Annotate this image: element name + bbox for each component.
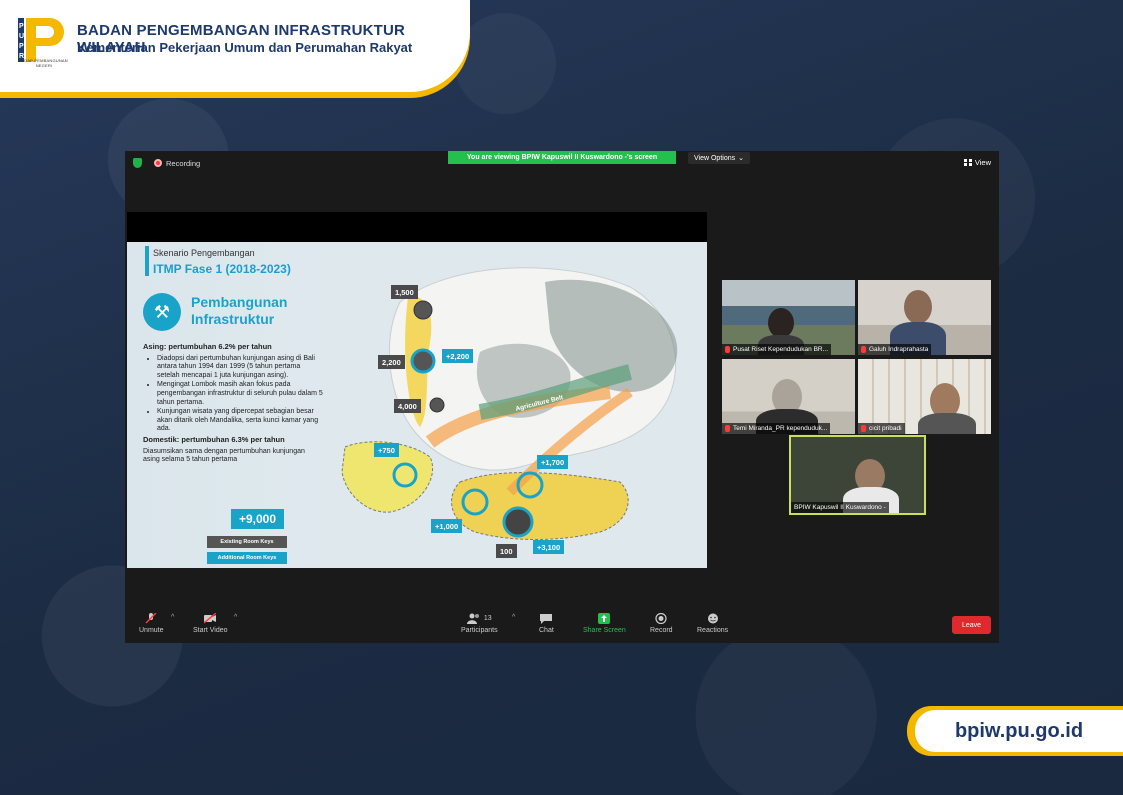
list-item: Kunjungan wisata yang dipercepat sebagia… [157, 408, 323, 434]
slide-body-text: Asing: pertumbuhan 6.2% per tahun Diadop… [143, 342, 323, 467]
logo-caption: BIDAP PEMBANGUNAN NEGERI [20, 58, 68, 68]
participant-name-label: cicit pribadi [858, 423, 905, 434]
participant-name-label: Galuh Indraprahasta [858, 344, 932, 355]
chevron-down-icon: ⌄ [738, 155, 744, 162]
participants-icon [466, 613, 479, 624]
view-label: View [974, 158, 991, 167]
recording-label: Recording [166, 159, 201, 168]
avatar [904, 290, 932, 324]
zoom-meeting-window: Recording You are viewing BPIW Kapuswil … [125, 151, 999, 643]
zoom-bottom-toolbar: Unmute ^ Start Video ^ 13 Participants ^… [125, 606, 999, 643]
foreign-growth-list: Diadopsi dari pertumbuhan kunjungan asin… [143, 355, 323, 434]
total-additional-keys: +9,000 [231, 509, 284, 529]
recording-dot-icon [154, 159, 162, 167]
grid-view-icon [963, 159, 972, 166]
additional-keys-badge: +3,100 [533, 540, 565, 554]
construction-crane-icon: ⚒ [143, 293, 181, 331]
website-url: bpiw.pu.go.id [915, 710, 1123, 752]
smiley-icon [707, 613, 718, 624]
legend-existing-room-keys: Existing Room Keys [207, 536, 287, 548]
mic-muted-icon [725, 425, 730, 432]
existing-keys-badge: 2,200 [378, 355, 405, 369]
list-item: Diadopsi dari pertumbuhan kunjungan asin… [157, 355, 323, 381]
additional-keys-badge: +1,700 [537, 455, 569, 469]
section-title: Pembangunan Infrastruktur [191, 294, 288, 327]
participants-chevron-icon[interactable]: ^ [512, 614, 515, 621]
view-options-button[interactable]: View Options ⌄ [688, 152, 750, 164]
presentation-slide: Skenario Pengembangan ITMP Fase 1 (2018-… [127, 242, 707, 568]
mic-muted-icon [861, 346, 866, 353]
additional-keys-badge: +750 [374, 443, 399, 457]
participant-tile[interactable]: Galuh Indraprahasta [858, 280, 991, 355]
website-badge: bpiw.pu.go.id [907, 706, 1123, 756]
slide-kicker: Skenario Pengembangan [153, 248, 255, 258]
org-subtitle: Kementerian Pekerjaan Umum dan Perumahan… [77, 40, 413, 55]
leave-button[interactable]: Leave [952, 616, 991, 634]
share-screen-button[interactable]: Share Screen [583, 613, 626, 634]
additional-keys-badge: +1,000 [431, 519, 463, 533]
existing-keys-badge: 4,000 [394, 399, 421, 413]
participant-tile[interactable]: Temi Miranda_PR kependuduk... [722, 359, 855, 434]
svg-text:P: P [19, 23, 24, 30]
mic-muted-icon [725, 346, 730, 353]
avatar [768, 308, 794, 338]
security-shield-icon[interactable] [133, 158, 142, 168]
domestic-growth-text: Diasumsikan sama dengan pertumbuhan kunj… [143, 447, 305, 464]
chat-icon [540, 614, 553, 624]
view-options-label: View Options [694, 154, 736, 162]
foreign-growth-heading: Asing: pertumbuhan 6.2% per tahun [143, 342, 272, 351]
lombok-map: Agriculture Belt 1,500 2,200 4,000 100 +… [330, 242, 707, 568]
shared-screen[interactable]: Skenario Pengembangan ITMP Fase 1 (2018-… [127, 212, 707, 568]
participant-tile-active-speaker[interactable]: BPIW Kapuswil II Kuswardono - [789, 435, 926, 515]
participant-tile[interactable]: Pusat Riset Kependudukan BR... [722, 280, 855, 355]
record-button[interactable]: Record [650, 613, 673, 634]
participants-button[interactable]: 13 Participants [461, 613, 498, 634]
slide-title: ITMP Fase 1 (2018-2023) [153, 262, 291, 276]
svg-text:U: U [19, 33, 24, 40]
start-video-button[interactable]: Start Video [193, 613, 228, 634]
additional-keys-badge: +2,200 [442, 349, 474, 363]
legend-additional-room-keys: Additional Room Keys [207, 552, 287, 564]
viewing-screen-banner: You are viewing BPIW Kapuswil II Kusward… [448, 151, 676, 164]
existing-keys-badge: 100 [496, 544, 517, 558]
slide-accent-bar [145, 246, 149, 276]
camera-off-icon [204, 613, 217, 624]
audio-options-chevron-icon[interactable]: ^ [171, 614, 174, 621]
zoom-top-bar: Recording You are viewing BPIW Kapuswil … [125, 151, 999, 175]
unmute-button[interactable]: Unmute [139, 613, 164, 634]
participant-tile[interactable]: cicit pribadi [858, 359, 991, 434]
svg-text:P: P [19, 43, 24, 50]
video-options-chevron-icon[interactable]: ^ [234, 614, 237, 621]
participant-name-label: BPIW Kapuswil II Kuswardono - [791, 502, 889, 513]
list-item: Mengingat Lombok masih akan fokus pada p… [157, 381, 323, 407]
participant-name-label: Pusat Riset Kependudukan BR... [722, 344, 832, 355]
existing-keys-badge: 1,500 [391, 285, 418, 299]
participant-name-label: Temi Miranda_PR kependuduk... [722, 423, 831, 434]
record-icon [655, 613, 667, 624]
mic-muted-icon [145, 613, 157, 624]
view-button[interactable]: View [963, 158, 991, 167]
share-screen-icon [598, 613, 611, 624]
chat-button[interactable]: Chat [539, 613, 554, 634]
domestic-growth-heading: Domestik: pertumbuhan 6.3% per tahun [143, 434, 285, 444]
mic-muted-icon [861, 425, 866, 432]
reactions-button[interactable]: Reactions [697, 613, 728, 634]
header-banner: P U P R BIDAP PEMBANGUNAN NEGERI BADAN P… [0, 0, 470, 92]
participants-count: 13 [483, 615, 492, 622]
